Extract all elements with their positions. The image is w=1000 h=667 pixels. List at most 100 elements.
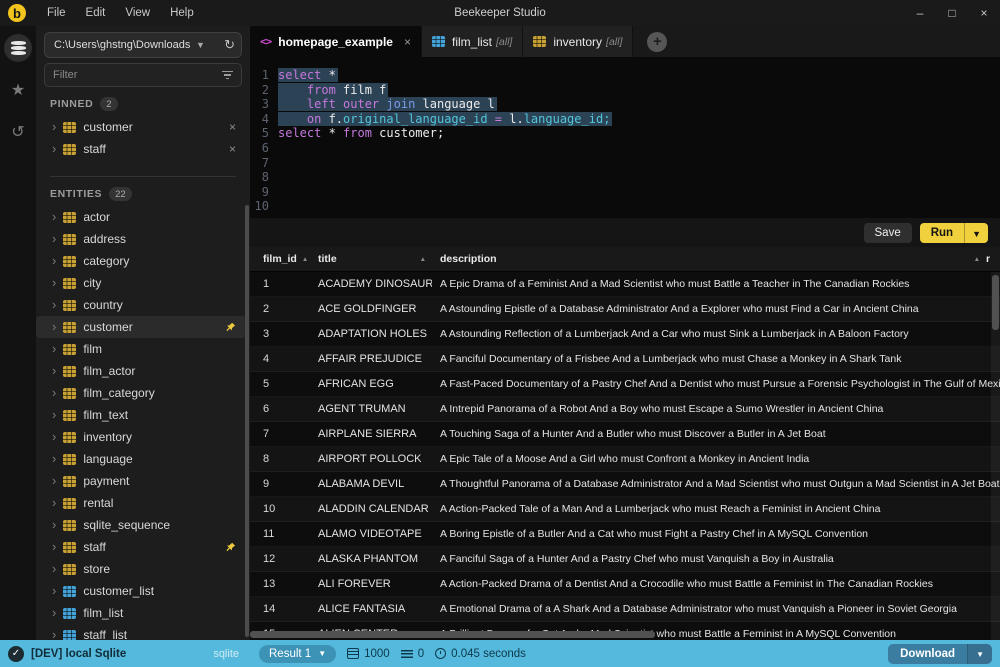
cell-description[interactable]: A Astounding Epistle of a Database Admin… bbox=[432, 303, 1000, 315]
cell-description[interactable]: A Thoughtful Panorama of a Database Admi… bbox=[432, 478, 1000, 490]
sidebar-item-staff_list[interactable]: ›staff_list bbox=[36, 624, 246, 640]
cell-description[interactable]: A Emotional Drama of a A Shark And a Dat… bbox=[432, 603, 1000, 615]
chevron-right-icon[interactable]: › bbox=[52, 254, 56, 267]
new-tab-button[interactable]: + bbox=[647, 32, 667, 52]
chevron-right-icon[interactable]: › bbox=[52, 276, 56, 289]
database-tables-icon[interactable] bbox=[4, 34, 32, 62]
cell-film-id[interactable]: 3 bbox=[250, 328, 312, 340]
code-line[interactable] bbox=[278, 170, 1000, 185]
cell-description[interactable]: A Fanciful Saga of a Hunter And a Pastry… bbox=[432, 553, 1000, 565]
cell-film-id[interactable]: 9 bbox=[250, 478, 312, 490]
sidebar-item-city[interactable]: ›city bbox=[36, 272, 246, 294]
cell-title[interactable]: AIRPLANE SIERRA bbox=[312, 428, 432, 440]
sidebar-item-customer_list[interactable]: ›customer_list bbox=[36, 580, 246, 602]
cell-description[interactable]: A Fanciful Documentary of a Frisbee And … bbox=[432, 353, 1000, 365]
table-row[interactable]: 2ACE GOLDFINGERA Astounding Epistle of a… bbox=[250, 297, 1000, 322]
pin-icon[interactable] bbox=[225, 542, 236, 553]
table-row[interactable]: 7AIRPLANE SIERRAA Touching Saga of a Hun… bbox=[250, 422, 1000, 447]
sidebar-item-country[interactable]: ›country bbox=[36, 294, 246, 316]
code-line[interactable]: select * bbox=[278, 68, 1000, 83]
table-row[interactable]: 1ACADEMY DINOSAURA Epic Drama of a Femin… bbox=[250, 272, 1000, 297]
cell-title[interactable]: ALICE FANTASIA bbox=[312, 603, 432, 615]
cell-description[interactable]: A Touching Saga of a Hunter And a Butler… bbox=[432, 428, 1000, 440]
table-row[interactable]: 9ALABAMA DEVILA Thoughtful Panorama of a… bbox=[250, 472, 1000, 497]
chevron-right-icon[interactable]: › bbox=[52, 386, 56, 399]
sort-asc-icon[interactable]: ▲ bbox=[302, 256, 308, 263]
cell-title[interactable]: AFFAIR PREJUDICE bbox=[312, 353, 432, 365]
chevron-right-icon[interactable]: › bbox=[52, 474, 56, 487]
cell-film-id[interactable]: 5 bbox=[250, 378, 312, 390]
minimize-button[interactable]: – bbox=[904, 6, 936, 20]
tab-close-icon[interactable]: × bbox=[404, 35, 411, 49]
sidebar-item-film_list[interactable]: ›film_list bbox=[36, 602, 246, 624]
sidebar-item-language[interactable]: ›language bbox=[36, 448, 246, 470]
table-row[interactable]: 10ALADDIN CALENDARA Action-Packed Tale o… bbox=[250, 497, 1000, 522]
editor-code[interactable]: select * from film f left outer join lan… bbox=[276, 68, 1000, 218]
cell-film-id[interactable]: 8 bbox=[250, 453, 312, 465]
sort-asc-icon[interactable]: ▲ bbox=[420, 256, 426, 263]
chevron-right-icon[interactable]: › bbox=[52, 320, 56, 333]
menu-view[interactable]: View bbox=[116, 3, 159, 23]
cell-title[interactable]: ALASKA PHANTOM bbox=[312, 553, 432, 565]
results-horizontal-scrollbar[interactable] bbox=[250, 631, 655, 638]
sidebar-item-film_text[interactable]: ›film_text bbox=[36, 404, 246, 426]
sidebar-item-store[interactable]: ›store bbox=[36, 558, 246, 580]
result-selector[interactable]: Result 1 ▼ bbox=[259, 645, 336, 663]
chevron-right-icon[interactable]: › bbox=[52, 142, 56, 155]
code-line[interactable] bbox=[278, 185, 1000, 200]
cell-film-id[interactable]: 13 bbox=[250, 578, 312, 590]
entity-filter-input[interactable]: Filter bbox=[44, 63, 242, 87]
chevron-right-icon[interactable]: › bbox=[52, 342, 56, 355]
cell-film-id[interactable]: 12 bbox=[250, 553, 312, 565]
column-header-title[interactable]: title ▲ bbox=[312, 253, 432, 265]
tab-homepage-example[interactable]: <> homepage_example × bbox=[250, 26, 422, 57]
chevron-right-icon[interactable]: › bbox=[52, 430, 56, 443]
column-header-description[interactable]: description ▲ bbox=[432, 253, 986, 265]
download-button[interactable]: Download ▼ bbox=[888, 644, 992, 664]
sql-editor[interactable]: 12345678910 select * from film f left ou… bbox=[250, 57, 1000, 218]
menu-file[interactable]: File bbox=[38, 3, 75, 23]
cell-film-id[interactable]: 14 bbox=[250, 603, 312, 615]
table-row[interactable]: 5AFRICAN EGGA Fast-Paced Documentary of … bbox=[250, 372, 1000, 397]
code-line[interactable]: select * from customer; bbox=[278, 126, 1000, 141]
cell-title[interactable]: AIRPORT POLLOCK bbox=[312, 453, 432, 465]
sidebar-item-rental[interactable]: ›rental bbox=[36, 492, 246, 514]
sidebar-item-staff[interactable]: ›staff× bbox=[36, 138, 246, 160]
cell-title[interactable]: AGENT TRUMAN bbox=[312, 403, 432, 415]
cell-title[interactable]: ALAMO VIDEOTAPE bbox=[312, 528, 432, 540]
chevron-right-icon[interactable]: › bbox=[52, 562, 56, 575]
cell-film-id[interactable]: 10 bbox=[250, 503, 312, 515]
cell-title[interactable]: ALADDIN CALENDAR bbox=[312, 503, 432, 515]
chevron-right-icon[interactable]: › bbox=[52, 232, 56, 245]
chevron-right-icon[interactable]: › bbox=[52, 518, 56, 531]
cell-title[interactable]: ACADEMY DINOSAUR bbox=[312, 278, 432, 290]
menu-edit[interactable]: Edit bbox=[77, 3, 115, 23]
run-options-caret-icon[interactable]: ▼ bbox=[965, 223, 988, 243]
sidebar-item-customer[interactable]: ›customer bbox=[36, 316, 246, 338]
download-options-caret-icon[interactable]: ▼ bbox=[968, 644, 992, 664]
table-row[interactable]: 13ALI FOREVERA Action-Packed Drama of a … bbox=[250, 572, 1000, 597]
table-row[interactable]: 8AIRPORT POLLOCKA Epic Tale of a Moose A… bbox=[250, 447, 1000, 472]
tab-film-list[interactable]: film_list [all] bbox=[422, 26, 523, 57]
cell-film-id[interactable]: 7 bbox=[250, 428, 312, 440]
connection-ok-icon[interactable]: ✓ bbox=[8, 646, 24, 662]
column-header-clipped[interactable]: r bbox=[986, 253, 1000, 265]
favorites-star-icon[interactable]: ★ bbox=[4, 76, 32, 104]
cell-description[interactable]: A Action-Packed Tale of a Man And a Lumb… bbox=[432, 503, 1000, 515]
chevron-right-icon[interactable]: › bbox=[52, 298, 56, 311]
connection-name[interactable]: [DEV] local Sqlite bbox=[31, 648, 126, 660]
pin-icon[interactable] bbox=[225, 322, 236, 333]
close-button[interactable]: × bbox=[968, 6, 1000, 20]
cell-description[interactable]: A Epic Drama of a Feminist And a Mad Sci… bbox=[432, 278, 1000, 290]
code-line[interactable] bbox=[278, 141, 1000, 156]
sort-asc-icon[interactable]: ▲ bbox=[974, 256, 980, 263]
sidebar-scrollbar[interactable] bbox=[245, 205, 249, 637]
chevron-right-icon[interactable]: › bbox=[52, 584, 56, 597]
chevron-right-icon[interactable]: › bbox=[52, 540, 56, 553]
cell-title[interactable]: ALI FOREVER bbox=[312, 578, 432, 590]
chevron-right-icon[interactable]: › bbox=[52, 120, 56, 133]
cell-description[interactable]: A Epic Tale of a Moose And a Girl who mu… bbox=[432, 453, 1000, 465]
cell-title[interactable]: ALABAMA DEVIL bbox=[312, 478, 432, 490]
menu-help[interactable]: Help bbox=[161, 3, 203, 23]
sidebar-item-category[interactable]: ›category bbox=[36, 250, 246, 272]
